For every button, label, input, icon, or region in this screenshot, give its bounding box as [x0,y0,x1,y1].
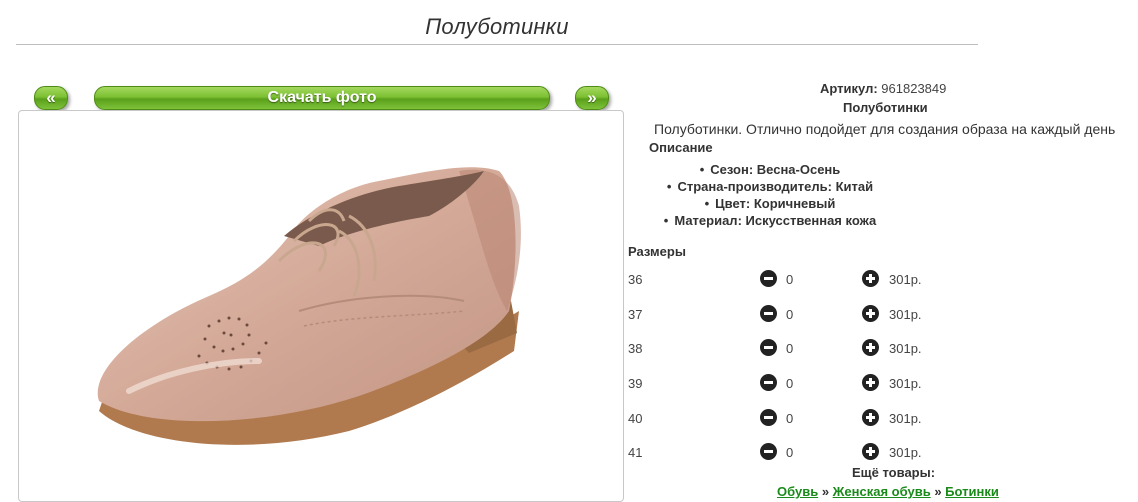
size-label: 41 [628,445,643,460]
size-price: 301р. [889,307,922,322]
minus-icon[interactable] [760,270,777,287]
breadcrumb-link-boots[interactable]: Ботинки [945,484,999,499]
plus-icon[interactable] [862,270,879,287]
size-row: 39 0 301р. [628,374,1048,394]
plus-icon[interactable] [862,374,879,391]
size-qty: 0 [786,445,794,460]
sizes-heading: Размеры [628,244,686,259]
size-label: 39 [628,376,643,391]
size-price: 301р. [889,272,922,287]
size-price: 301р. [889,411,922,426]
size-row: 40 0 301р. [628,409,1048,429]
size-qty: 0 [786,411,794,426]
breadcrumb-separator: » [934,484,942,499]
breadcrumb-link-shoes[interactable]: Обувь [777,484,818,499]
size-row: 41 0 301р. [628,443,1048,463]
size-row: 38 0 301р. [628,339,1048,359]
size-price: 301р. [889,445,922,460]
description-heading: Описание [649,140,713,155]
next-photo-button[interactable]: » [575,86,609,110]
size-row: 36 0 301р. [628,270,1048,290]
size-qty: 0 [786,272,794,287]
article-value: 961823849 [881,81,947,96]
size-price: 301р. [889,341,922,356]
plus-icon[interactable] [862,409,879,426]
attribute-list: Сезон: Весна-Осень Страна-производитель:… [640,161,900,229]
minus-icon[interactable] [760,374,777,391]
size-label: 37 [628,307,643,322]
plus-icon[interactable] [862,305,879,322]
shoe-image [97,167,521,445]
size-label: 36 [628,272,643,287]
minus-icon[interactable] [760,339,777,356]
title-divider [16,44,978,45]
download-photo-button[interactable]: Скачать фото [94,86,550,110]
plus-icon[interactable] [862,339,879,356]
size-price: 301р. [889,376,922,391]
attribute-season: Сезон: Весна-Осень [640,161,900,178]
size-label: 38 [628,341,643,356]
minus-icon[interactable] [760,443,777,460]
article-label: Артикул: [820,81,878,96]
breadcrumb-link-womens-shoes[interactable]: Женская обувь [833,484,931,499]
size-qty: 0 [786,376,794,391]
attribute-material: Материал: Искусственная кожа [640,212,900,229]
prev-photo-button[interactable]: « [34,86,68,110]
minus-icon[interactable] [760,409,777,426]
product-description: Полуботинки. Отлично подойдет для создан… [654,121,1116,137]
size-label: 40 [628,411,643,426]
breadcrumb-separator: » [821,484,830,499]
product-photo[interactable] [18,110,624,502]
size-qty: 0 [786,341,794,356]
size-qty: 0 [786,307,794,322]
plus-icon[interactable] [862,443,879,460]
page-title: Полуботинки [425,14,569,39]
attribute-country: Страна-производитель: Китай [640,178,900,195]
size-row: 37 0 301р. [628,305,1048,325]
article-number: Артикул: 961823849 [820,81,946,96]
more-products-heading: Ещё товары: [852,465,936,480]
breadcrumb: Обувь » Женская обувь » Ботинки [777,484,999,499]
attribute-color: Цвет: Коричневый [640,195,900,212]
minus-icon[interactable] [760,305,777,322]
product-name: Полуботинки [843,100,928,115]
